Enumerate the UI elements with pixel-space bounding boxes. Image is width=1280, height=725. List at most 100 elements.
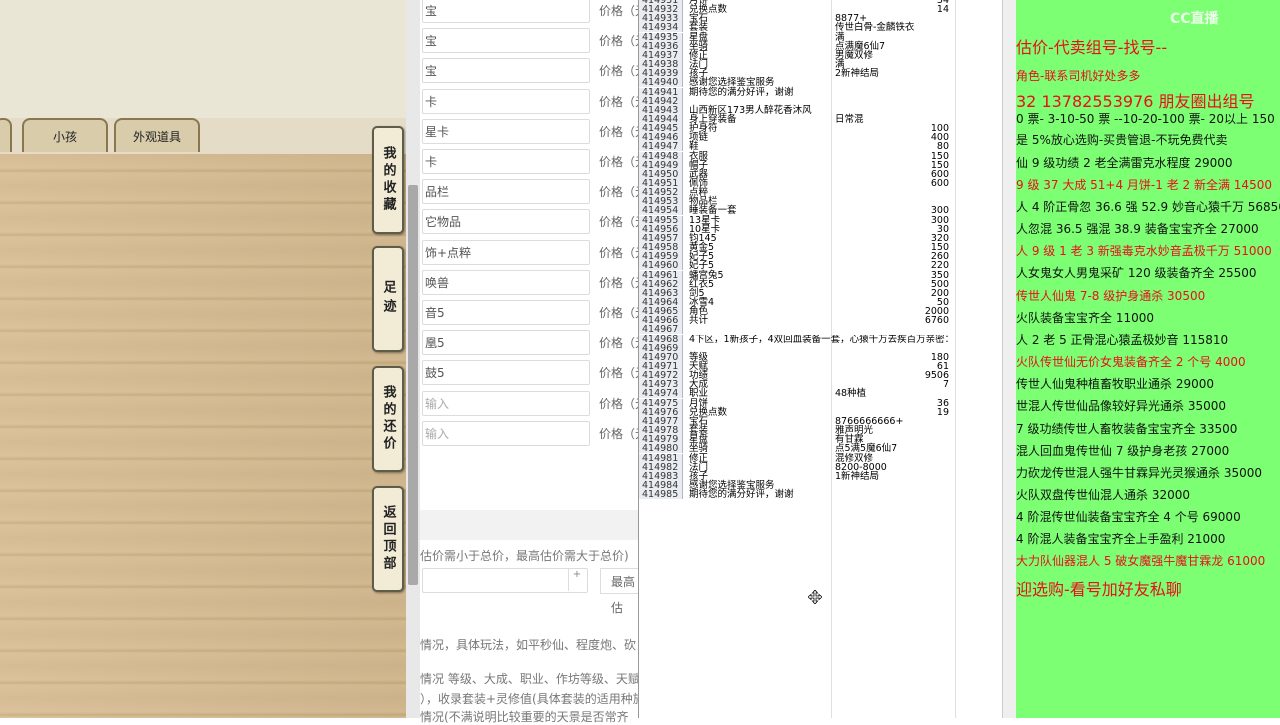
- row-number[interactable]: 414960: [639, 261, 683, 271]
- my-bargains-button[interactable]: 我的还价: [372, 366, 404, 472]
- min-price-input[interactable]: [422, 568, 588, 593]
- cell-label[interactable]: 兑换点数: [689, 408, 829, 418]
- my-favorites-button[interactable]: 我的收藏: [372, 126, 404, 234]
- cell-label[interactable]: 护身符: [689, 124, 829, 134]
- cell-label[interactable]: 职业: [689, 389, 829, 399]
- cell-number[interactable]: 200: [835, 289, 949, 299]
- sheet-row[interactable]: 414941 期待您的满分好评，谢谢: [639, 87, 1003, 97]
- item-name-input[interactable]: 鼓5: [422, 360, 590, 385]
- spreadsheet-scrollbar[interactable]: [1002, 0, 1017, 718]
- cell-label[interactable]: 法门: [689, 462, 829, 472]
- button-label: 返回顶部: [380, 505, 396, 573]
- cell-label[interactable]: 期待您的满分好评，谢谢: [689, 490, 829, 500]
- sheet-row[interactable]: 414985 期待您的满分好评，谢谢: [639, 490, 1003, 499]
- cell-number[interactable]: 36: [835, 398, 949, 408]
- max-price-input[interactable]: 最高估: [600, 568, 640, 615]
- cell-number[interactable]: 300: [835, 215, 949, 225]
- tab-appearance-items[interactable]: 外观道具: [114, 118, 200, 152]
- cell-label[interactable]: 项链: [689, 133, 829, 143]
- cell-label[interactable]: 大成: [689, 380, 829, 390]
- cell-label[interactable]: 宝石: [689, 14, 829, 24]
- announcement-line: 9 级 37 大成 51+4 月饼-1 老 2 新全满 14500: [1016, 178, 1272, 192]
- cell-number[interactable]: 180: [835, 353, 949, 363]
- sheet-row[interactable]: 414968 4下区，1新孩子，4双回血装备一套，心猿千万去疾百万亲密：: [639, 334, 1003, 344]
- item-name-input[interactable]: 宝: [422, 0, 590, 23]
- cell-label[interactable]: 修正: [689, 453, 829, 463]
- sheet-row[interactable]: 414940 感谢您选择鉴宝服务: [639, 78, 1003, 88]
- cell-label[interactable]: 共计: [689, 316, 829, 326]
- footprints-button[interactable]: 足迹: [372, 246, 404, 352]
- cell-label[interactable]: 星盘: [689, 32, 829, 42]
- cell-label[interactable]: 功绩: [689, 371, 829, 381]
- sheet-row[interactable]: 414966 共计 6760: [639, 316, 1003, 326]
- button-label: 我的收藏: [380, 146, 396, 214]
- cell-label[interactable]: 星盘: [689, 435, 829, 445]
- cell-label[interactable]: 坐骑: [689, 42, 829, 52]
- cell-label[interactable]: 套装: [689, 23, 829, 33]
- cell-number[interactable]: 9506: [835, 371, 949, 381]
- item-name-input[interactable]: 它物品: [422, 209, 590, 234]
- item-name-input[interactable]: 饰+点粹: [422, 240, 590, 265]
- item-name-input[interactable]: 音5: [422, 300, 590, 325]
- cell-number[interactable]: 6760: [835, 316, 949, 326]
- cell-label[interactable]: 兑换点数: [689, 5, 829, 15]
- row-number[interactable]: 414985: [639, 490, 683, 499]
- cell-label[interactable]: 期待您的满分好评，谢谢: [689, 87, 829, 97]
- tab-label: 外观道具: [132, 129, 181, 144]
- cell-value[interactable]: 1新神结局: [835, 472, 955, 482]
- cell-label[interactable]: 天赋: [689, 362, 829, 372]
- sheet-row[interactable]: 414967: [639, 325, 1003, 335]
- back-to-top-button[interactable]: 返回顶部: [372, 486, 404, 592]
- cell-value[interactable]: 点5满5魔6仙7: [835, 444, 955, 454]
- item-name-input[interactable]: 唤兽: [422, 270, 590, 295]
- cell-value[interactable]: 2新神结局: [835, 69, 955, 79]
- spreadsheet[interactable]: 414931 月饼 34 414932 兑换点数 14 414933 宝石 8877+ 41493…: [638, 0, 1003, 718]
- cell-label[interactable]: 法门: [689, 60, 829, 70]
- announcement-line: 火队双盘传世仙混人通杀 32000: [1016, 488, 1190, 502]
- sheet-row[interactable]: 414980 坐骑 点5满5魔6仙7: [639, 444, 1003, 454]
- announcement-line: 7 级功绩传世人畜牧装备宝宝齐全 33500: [1016, 422, 1238, 436]
- cell-number[interactable]: 220: [835, 261, 949, 271]
- item-name-input[interactable]: 卡: [422, 89, 590, 114]
- cell-label[interactable]: 等级: [689, 353, 829, 363]
- cell-label[interactable]: 鞋: [689, 142, 829, 152]
- item-name-input[interactable]: 宝: [422, 58, 590, 83]
- cell-number[interactable]: 400: [835, 133, 949, 143]
- cell-label[interactable]: 佩饰: [689, 179, 829, 189]
- cell-number[interactable]: 600: [835, 179, 949, 189]
- stepper-plus[interactable]: +: [573, 569, 581, 580]
- cell-label[interactable]: 套装: [689, 426, 829, 436]
- tab-partial[interactable]: [0, 118, 12, 152]
- row-number[interactable]: 414980: [639, 444, 683, 454]
- cell-text[interactable]: 4下区，1新孩子，4双回血装备一套，心猿千万去疾百万亲密：: [689, 335, 1003, 344]
- cell-label[interactable]: 宝石: [689, 417, 829, 427]
- cell-label[interactable]: 红衣5: [689, 279, 829, 289]
- item-name-input[interactable]: 星卡: [422, 119, 590, 144]
- item-name-input[interactable]: 品栏: [422, 179, 590, 204]
- announcement-line: 仙 9 级功绩 2 老全满雷克水程度 29000: [1016, 156, 1233, 170]
- cell-label[interactable]: 修正: [689, 51, 829, 61]
- cell-label[interactable]: 冰雪4: [689, 298, 829, 308]
- cell-value[interactable]: 男魔双修: [835, 51, 955, 61]
- item-name-input[interactable]: 输入: [422, 421, 590, 446]
- scrollbar-thumb[interactable]: [408, 185, 418, 585]
- cell-label[interactable]: 角色: [689, 307, 829, 317]
- page-scrollbar[interactable]: [406, 0, 420, 718]
- cell-label[interactable]: 武器: [689, 170, 829, 180]
- item-name-input[interactable]: 凰5: [422, 330, 590, 355]
- item-name-input[interactable]: 卡: [422, 149, 590, 174]
- cell-label[interactable]: 衣服: [689, 151, 829, 161]
- announcement-line: 32 13782553976 朋友圈出组号: [1016, 92, 1255, 111]
- item-name-input[interactable]: 输入: [422, 391, 590, 416]
- cell-label[interactable]: 帽子: [689, 160, 829, 170]
- item-name-input[interactable]: 宝: [422, 28, 590, 53]
- stepper[interactable]: +: [568, 569, 585, 591]
- cell-label[interactable]: 妃子5: [689, 261, 829, 271]
- cell-value[interactable]: 传世白骨-金麟铁衣: [835, 23, 955, 33]
- button-label: 足迹: [380, 280, 396, 318]
- row-number[interactable]: 414940: [639, 78, 683, 88]
- sheet-row[interactable]: 414960 妃子5 220: [639, 261, 1003, 271]
- tab-child[interactable]: 小孩: [22, 118, 108, 152]
- cell-label[interactable]: 坐骑: [689, 444, 829, 454]
- cell-label[interactable]: 感谢您选择鉴宝服务: [689, 78, 829, 88]
